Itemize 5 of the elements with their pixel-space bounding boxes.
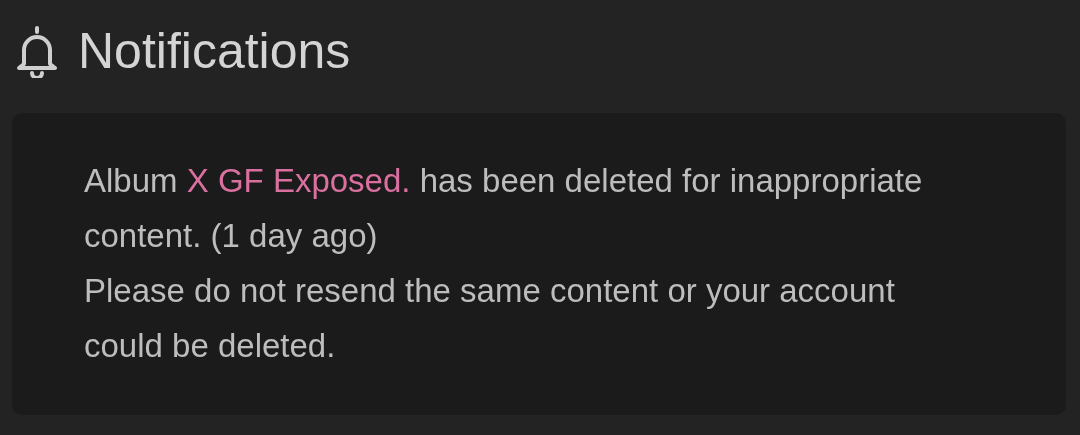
page-title: Notifications	[78, 26, 351, 76]
notification-message: Album X GF Exposed. has been deleted for inappropriate content. (1 day ago)	[84, 161, 924, 256]
album-link[interactable]: X GF Exposed.	[186, 162, 411, 199]
bell-icon	[14, 24, 60, 78]
warning-message: Please do not resend the same content or your account could be deleted.	[84, 271, 896, 366]
